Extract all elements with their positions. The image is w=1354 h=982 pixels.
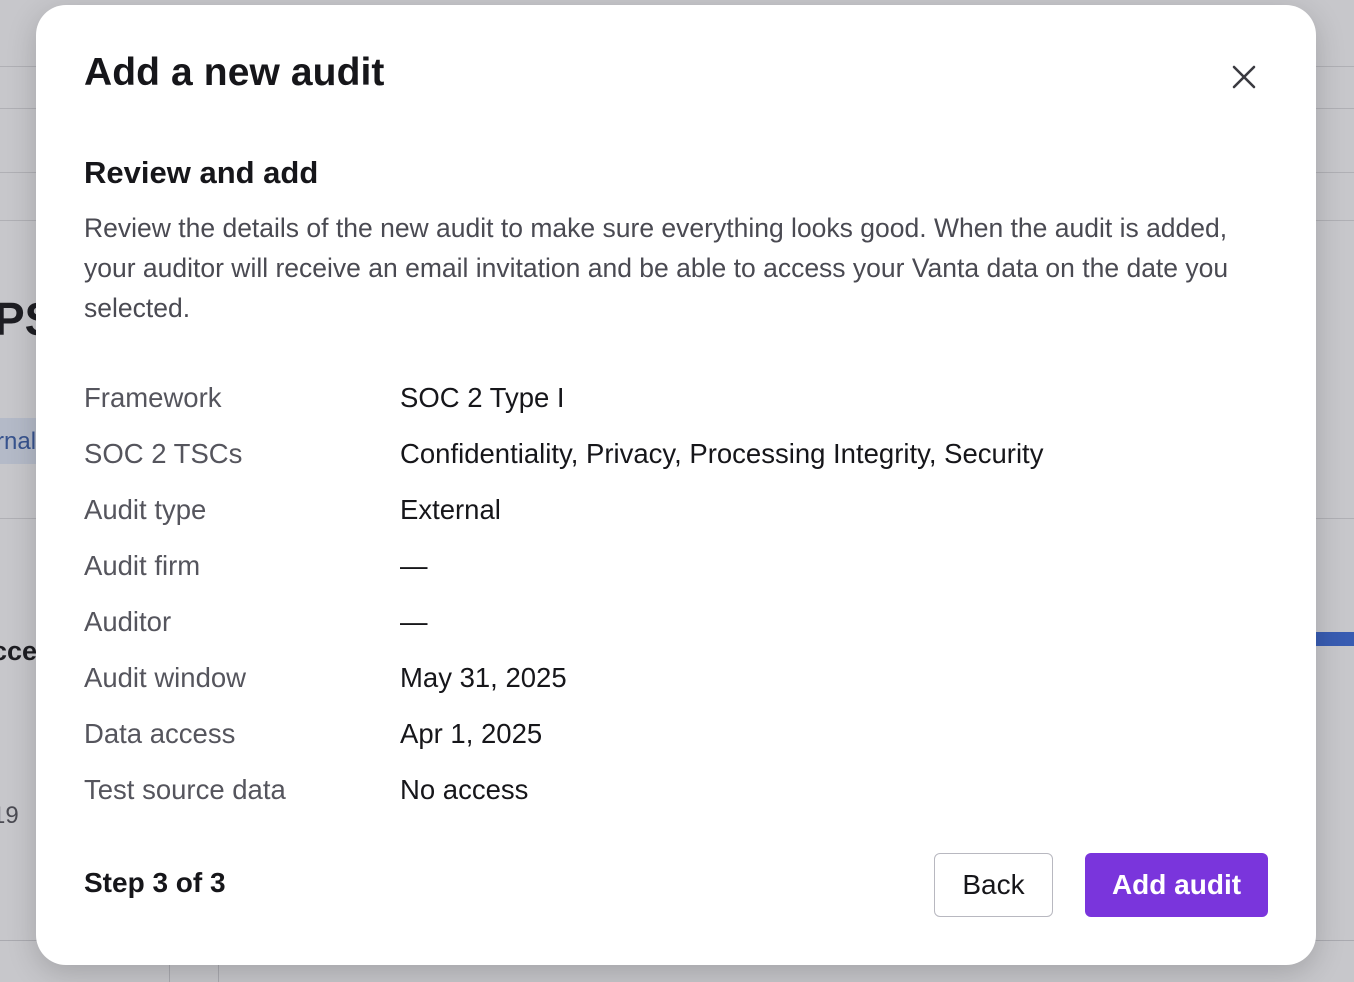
detail-value: External: [400, 494, 501, 525]
detail-label: Audit window: [84, 662, 247, 693]
detail-row-data-access: Data access Apr 1, 2025: [84, 706, 1274, 762]
detail-label: Audit firm: [84, 550, 201, 581]
section-title: Review and add: [84, 155, 319, 190]
detail-row-audit-window: Audit window May 31, 2025: [84, 650, 1274, 706]
detail-row-audit-firm: Audit firm —: [84, 538, 1274, 594]
close-icon: [1232, 65, 1256, 89]
detail-row-audit-type: Audit type External: [84, 482, 1274, 538]
detail-value: May 31, 2025: [400, 662, 567, 693]
detail-value: —: [400, 550, 428, 581]
detail-row-framework: Framework SOC 2 Type I: [84, 370, 1274, 426]
detail-row-tscs: SOC 2 TSCs Confidentiality, Privacy, Pro…: [84, 426, 1274, 482]
add-audit-button[interactable]: Add audit: [1085, 853, 1268, 917]
detail-row-auditor: Auditor —: [84, 594, 1274, 650]
add-audit-modal: Add a new audit Review and add Review th…: [36, 5, 1316, 965]
audit-details-list: Framework SOC 2 Type I SOC 2 TSCs Confid…: [84, 370, 1274, 818]
close-button[interactable]: [1224, 57, 1264, 97]
detail-value: Apr 1, 2025: [400, 718, 543, 749]
detail-label: Audit type: [84, 494, 207, 525]
step-indicator: Step 3 of 3: [84, 867, 226, 898]
detail-value: No access: [400, 774, 529, 805]
modal-title: Add a new audit: [84, 51, 385, 94]
review-description: Review the details of the new audit to m…: [84, 213, 1229, 323]
detail-label: SOC 2 TSCs: [84, 438, 243, 469]
back-button[interactable]: Back: [934, 853, 1053, 917]
detail-value: Confidentiality, Privacy, Processing Int…: [400, 438, 1044, 469]
detail-label: Test source data: [84, 774, 286, 805]
detail-label: Data access: [84, 718, 236, 749]
detail-value: SOC 2 Type I: [400, 382, 565, 413]
detail-value: —: [400, 606, 428, 637]
detail-row-test-source-data: Test source data No access: [84, 762, 1274, 818]
detail-label: Auditor: [84, 606, 172, 637]
detail-label: Framework: [84, 382, 222, 413]
